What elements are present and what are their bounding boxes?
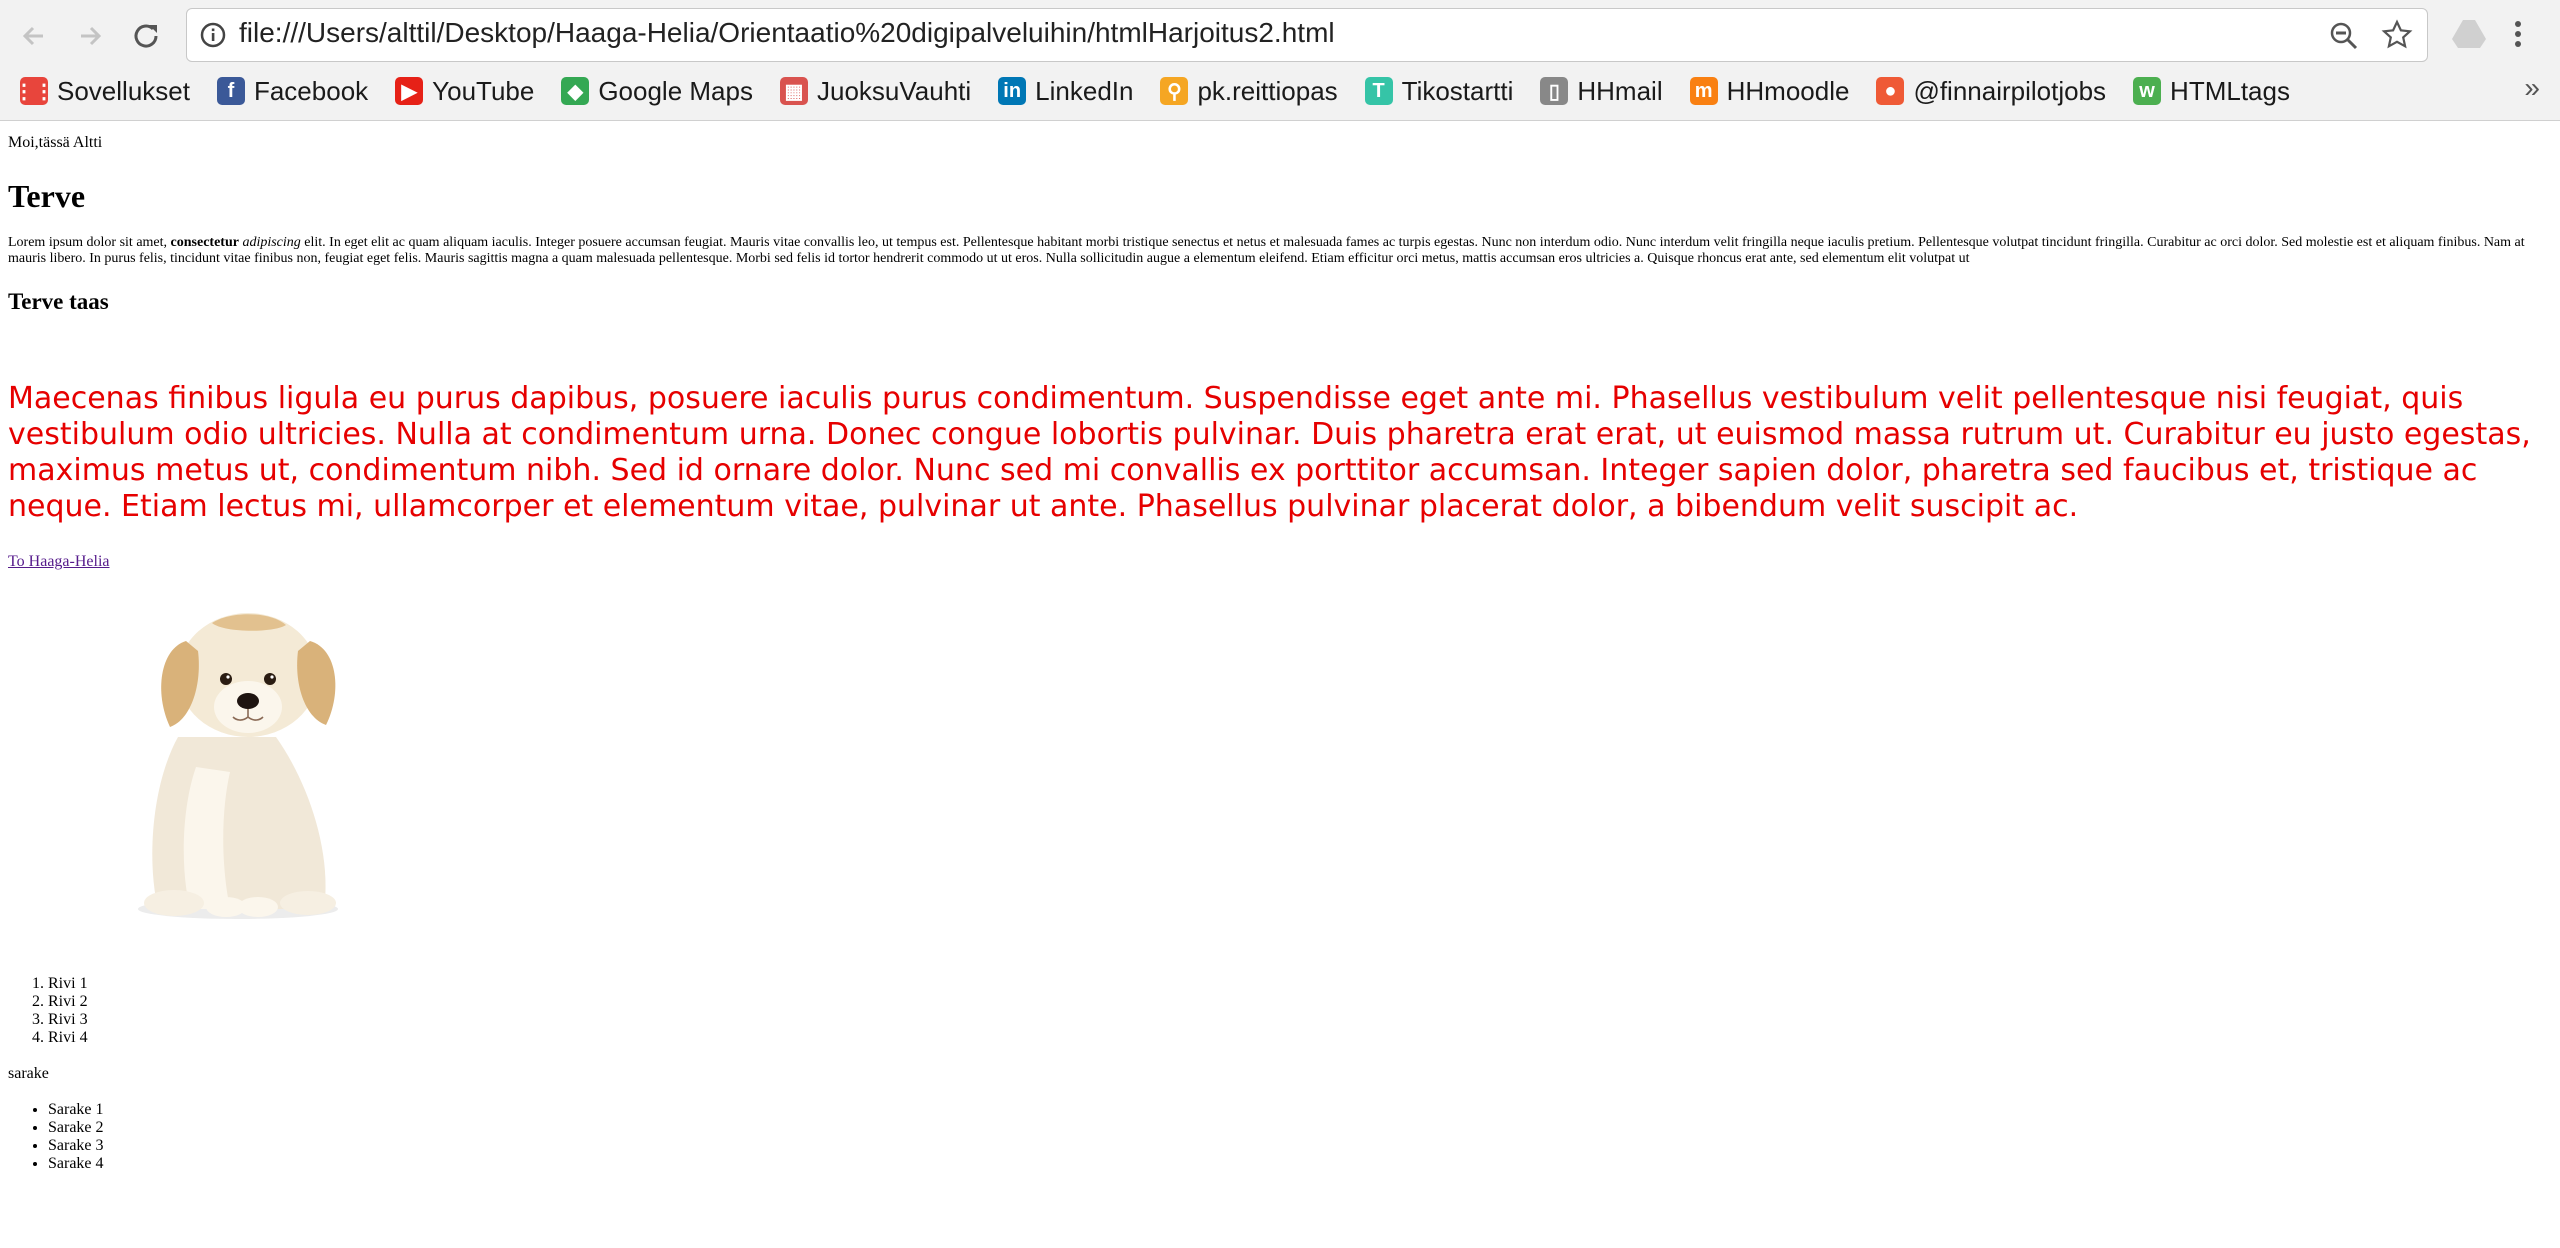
bookmark-item[interactable]: m HHmoodle xyxy=(1689,75,1850,107)
list-item: Rivi 1 xyxy=(48,975,2552,993)
bookmark-label: @finnairpilotjobs xyxy=(1913,75,2107,106)
bookmark-label: HHmoodle xyxy=(1726,75,1850,106)
bookmark-item[interactable]: w HTMLtags xyxy=(2133,76,2290,107)
list-item: Sarake 4 xyxy=(48,1155,2552,1173)
forward-button[interactable] xyxy=(70,16,110,56)
bookmarks-overflow-button[interactable]: » xyxy=(2524,72,2540,104)
reload-icon xyxy=(134,24,158,48)
apps-grid-icon: ⋮⋮ xyxy=(14,77,54,105)
menu-dots-icon[interactable] xyxy=(2508,18,2528,50)
bookmark-label: pk.reittiopas xyxy=(1197,75,1338,106)
bookmark-item[interactable]: T Tikostartti xyxy=(1364,75,1514,107)
red-paragraph: Maecenas finibus ligula eu purus dapibus… xyxy=(8,381,2531,524)
list-item: Sarake 3 xyxy=(48,1137,2552,1155)
address-bar[interactable]: file:///Users/alttil/Desktop/Haaga-Helia… xyxy=(186,8,2428,62)
bookmark-item[interactable]: f Facebook xyxy=(216,75,369,107)
list-item: Rivi 2 xyxy=(48,993,2552,1011)
bookmark-label: HHmail xyxy=(1577,75,1663,106)
list-item: Rivi 3 xyxy=(48,1011,2552,1029)
tiko-icon: T xyxy=(1364,77,1393,105)
lorem-paragraph: Lorem ipsum dolor sit amet, consectetur … xyxy=(8,235,2552,267)
bookmarks-bar: ⋮⋮ Sovellukset f Facebook ▶ YouTube ◆ Google Ma… xyxy=(14,68,2317,114)
browser-chrome: file:///Users/alttil/Desktop/Haaga-Helia… xyxy=(0,0,2560,121)
bookmark-label: JuoksuVauhti xyxy=(816,75,972,106)
list-item: Sarake 2 xyxy=(48,1119,2552,1137)
zoom-out-icon[interactable] xyxy=(2329,21,2359,51)
bookmark-label: Facebook xyxy=(253,75,369,106)
puppy-image xyxy=(138,613,338,919)
lorem-rest: elit. In eget elit ac quam aliquam iacul… xyxy=(8,235,2525,266)
bookmark-label: HTMLtags xyxy=(2170,75,2290,106)
url-text[interactable]: file:///Users/alttil/Desktop/Haaga-Helia… xyxy=(239,17,1335,49)
arrow-left-icon xyxy=(22,26,43,46)
youtube-icon: ▶ xyxy=(395,77,424,105)
bold-word: consectetur xyxy=(170,235,239,250)
lorem-start: Lorem ipsum dolor sit amet, xyxy=(8,235,171,250)
bullet-list: Sarake 1 Sarake 2 Sarake 3 Sarake 4 xyxy=(8,1101,2552,1173)
haaga-helia-link[interactable]: To Haaga-Helia xyxy=(8,553,2552,571)
bookmark-label: Google Maps xyxy=(598,75,753,106)
google-maps-icon: ◆ xyxy=(561,77,590,105)
list-label: sarake xyxy=(8,1065,49,1082)
intro-text: Moi,tässä Altti xyxy=(8,134,103,151)
page-title: Terve xyxy=(8,178,86,214)
facebook-icon: f xyxy=(216,77,245,105)
arrow-right-icon xyxy=(81,26,102,46)
bookmark-label: Sovellukset xyxy=(57,75,190,106)
list-item: Rivi 4 xyxy=(48,1029,2552,1047)
calculator-icon: ▦ xyxy=(779,77,808,105)
bookmark-item[interactable]: ⋮⋮ Sovellukset xyxy=(14,75,190,107)
moodle-icon: m xyxy=(1689,77,1718,105)
bike-icon: ⚲ xyxy=(1160,77,1189,105)
w3schools-icon: w xyxy=(2133,77,2162,105)
reload-button[interactable] xyxy=(126,16,166,56)
bookmark-item[interactable]: in LinkedIn xyxy=(998,76,1133,107)
bookmark-item[interactable]: ⚲ pk.reittiopas xyxy=(1160,75,1338,107)
bookmark-item[interactable]: ● @finnairpilotjobs xyxy=(1876,76,2106,107)
bookmark-label: Tikostartti xyxy=(1401,75,1514,106)
star-icon[interactable] xyxy=(2381,19,2413,51)
bookmark-label: LinkedIn xyxy=(1035,75,1134,106)
bookmark-item[interactable]: ▶ YouTube xyxy=(395,76,534,107)
owl-icon: ● xyxy=(1876,77,1905,105)
subheading: Terve taas xyxy=(8,289,109,314)
page-content: Moi,tässä Altti Terve Lorem ipsum dolor … xyxy=(8,122,2552,1173)
drive-extension-icon[interactable] xyxy=(2452,18,2486,48)
list-item: Sarake 1 xyxy=(48,1101,2552,1119)
linkedin-icon: in xyxy=(998,77,1027,105)
bookmark-label: YouTube xyxy=(432,75,535,106)
document-icon: ▯ xyxy=(1540,77,1569,105)
back-button[interactable] xyxy=(14,16,54,56)
italic-word: adipiscing xyxy=(242,235,301,250)
bookmark-item[interactable]: ◆ Google Maps xyxy=(561,76,753,107)
bookmark-item[interactable]: ▯ HHmail xyxy=(1540,75,1663,107)
bookmark-item[interactable]: ▦ JuoksuVauhti xyxy=(779,75,972,107)
info-icon[interactable] xyxy=(199,21,227,49)
numbered-list: Rivi 1 Rivi 2 Rivi 3 Rivi 4 xyxy=(8,975,2552,1047)
